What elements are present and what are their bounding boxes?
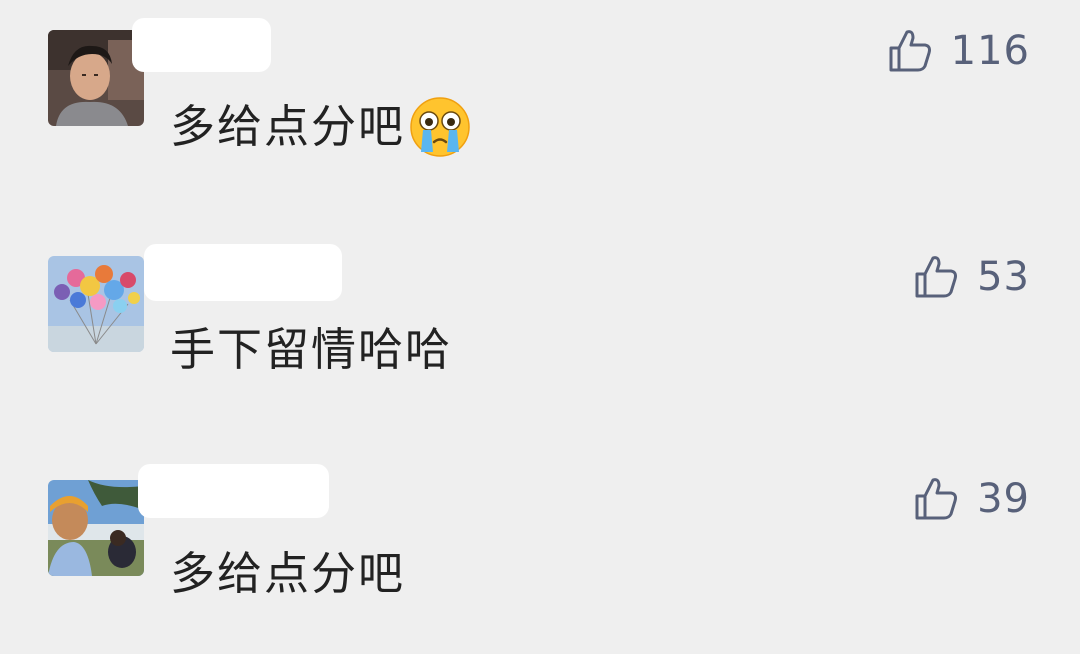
- comment-text-content: 多给点分吧: [170, 100, 406, 153]
- like-button[interactable]: 39: [913, 476, 1030, 522]
- avatar[interactable]: [48, 30, 144, 126]
- comment-text: 手下留情哈哈: [170, 322, 452, 378]
- comment-text: 多给点分吧: [170, 546, 405, 602]
- username-redacted[interactable]: [144, 244, 342, 301]
- comment-item: 手下留情哈哈 53: [0, 226, 1080, 426]
- like-count: 53: [977, 254, 1030, 300]
- comment-text-content: 多给点分吧: [170, 547, 406, 600]
- comment-text-content: 手下留情哈哈: [170, 323, 453, 376]
- thumbs-up-icon: [915, 256, 958, 298]
- like-button[interactable]: 53: [913, 254, 1030, 300]
- like-count: 116: [950, 28, 1030, 74]
- username-redacted[interactable]: [138, 464, 329, 518]
- username-redacted[interactable]: [132, 18, 271, 72]
- thumbs-up-icon: [915, 478, 958, 520]
- crying-face-emoji: [409, 96, 471, 158]
- avatar[interactable]: [48, 480, 144, 576]
- comment-item: 多给点分吧 116: [0, 0, 1080, 200]
- avatar[interactable]: [48, 256, 144, 352]
- like-count: 39: [977, 476, 1030, 522]
- like-button[interactable]: 116: [887, 28, 1030, 74]
- thumbs-up-icon: [889, 30, 931, 72]
- comment-item: 多给点分吧 39: [0, 450, 1080, 650]
- comment-list: 多给点分吧 116 手下留情哈哈 53 多给点分吧 39: [0, 0, 1080, 654]
- comment-text: 多给点分吧: [170, 96, 471, 158]
